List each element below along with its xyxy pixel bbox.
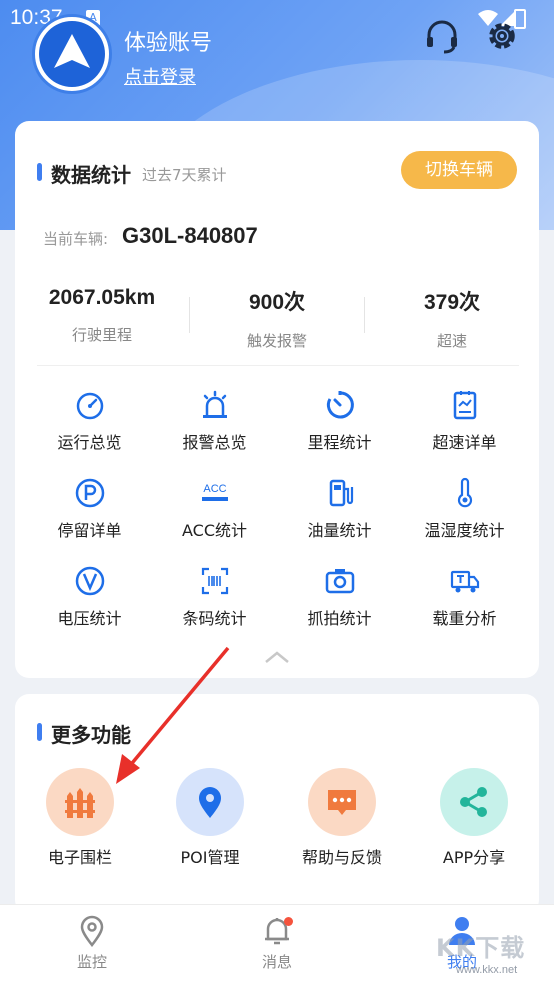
customer-support-icon[interactable] — [424, 20, 460, 58]
more-item-poi[interactable]: POI管理 — [145, 768, 275, 870]
data-statistics-card: 数据统计 过去7天累计 切换车辆 当前车辆: G30L-840807 2067.… — [15, 121, 539, 678]
stat-overspeed: 379次 超速 — [365, 286, 539, 351]
current-vehicle-label: 当前车辆: — [43, 230, 109, 248]
more-label: 帮助与反馈 — [302, 848, 383, 867]
more-label: POI管理 — [180, 848, 240, 867]
more-item-geofence[interactable]: 电子围栏 — [15, 768, 145, 870]
navigation-arrow-icon — [54, 34, 90, 68]
more-icon-circle — [440, 768, 508, 836]
stat-alarms: 900次 触发报警 — [190, 286, 364, 351]
fuel-pump-icon — [329, 479, 353, 507]
more-label: 电子围栏 — [47, 848, 112, 867]
stat-label: 超速 — [436, 332, 467, 350]
feature-temp-humidity-stats[interactable]: 温湿度统计 — [402, 477, 527, 541]
watermark: KK下载 www.kkx.net — [436, 928, 554, 984]
acc-icon-text: ACC — [203, 483, 226, 495]
stat-value: 379次 — [423, 291, 481, 314]
barcode-scan-icon — [201, 567, 228, 595]
stat-label: 触发报警 — [246, 332, 307, 350]
settings-gear-icon[interactable] — [484, 18, 520, 58]
feature-label: ACC统计 — [181, 521, 247, 540]
speedometer-icon — [76, 392, 103, 420]
watermark-url: www.kkx.net — [456, 964, 518, 976]
feature-mileage-stats[interactable]: 里程统计 — [277, 389, 402, 453]
more-label: APP分享 — [442, 848, 506, 867]
feature-load-analysis[interactable]: 载重分析 — [402, 565, 527, 629]
stats-section-title: 数据统计 — [37, 159, 131, 188]
feature-label: 里程统计 — [307, 433, 372, 452]
user-name: 体验账号 — [124, 31, 213, 56]
stats-subtitle: 过去7天累计 — [142, 166, 227, 184]
stat-value: 900次 — [248, 291, 306, 314]
alarm-light-icon — [202, 390, 227, 418]
more-item-app-share[interactable]: APP分享 — [409, 768, 539, 870]
timer-icon — [326, 391, 354, 419]
feature-label: 报警总览 — [182, 433, 247, 452]
avatar-logo — [39, 21, 105, 87]
feature-overspeed-detail[interactable]: 超速详单 — [402, 389, 527, 453]
feature-label: 超速详单 — [432, 433, 497, 452]
feature-run-overview[interactable]: 运行总览 — [27, 389, 152, 453]
more-icon-circle — [176, 768, 244, 836]
feature-label: 温湿度统计 — [424, 521, 505, 540]
feature-label: 运行总览 — [57, 433, 122, 452]
share-icon — [460, 787, 487, 817]
more-item-help-feedback[interactable]: 帮助与反馈 — [277, 768, 407, 870]
tab-label: 监控 — [76, 953, 107, 971]
voltage-icon — [75, 566, 104, 596]
tab-messages[interactable]: 消息 — [217, 915, 337, 972]
more-section-title: 更多功能 — [37, 719, 131, 748]
divider — [37, 365, 519, 366]
chat-bubble-icon — [328, 790, 356, 815]
tab-label: 消息 — [261, 953, 292, 971]
feature-label: 停留详单 — [57, 521, 122, 540]
stat-label: 行驶里程 — [71, 326, 132, 344]
watermark-text: KK下载 — [436, 934, 526, 962]
truck-icon — [450, 570, 479, 593]
current-vehicle-id: G30L-840807 — [122, 223, 258, 248]
feature-parking-detail[interactable]: 停留详单 — [27, 477, 152, 541]
unread-badge-dot — [284, 917, 293, 926]
fence-icon — [65, 788, 95, 818]
tab-monitor[interactable]: 监控 — [32, 915, 152, 972]
feature-acc-stats[interactable]: ACC ACC统计 — [152, 477, 277, 541]
report-chart-icon — [453, 391, 476, 420]
parking-icon — [75, 478, 104, 508]
stat-value: 2067.05km — [48, 286, 156, 309]
camera-icon — [325, 569, 354, 594]
switch-vehicle-button[interactable]: 切换车辆 — [401, 151, 517, 189]
acc-icon: ACC — [201, 483, 228, 501]
more-icon-circle — [46, 768, 114, 836]
login-link[interactable]: 点击登录 — [124, 63, 196, 89]
feature-label: 电压统计 — [57, 609, 122, 628]
avatar[interactable] — [32, 14, 112, 94]
feature-barcode-stats[interactable]: 条码统计 — [152, 565, 277, 629]
feature-label: 条码统计 — [182, 609, 247, 628]
more-icon-circle — [308, 768, 376, 836]
stat-mileage: 2067.05km 行驶里程 — [15, 286, 189, 345]
thermometer-icon — [457, 477, 472, 508]
feature-fuel-stats[interactable]: 油量统计 — [277, 477, 402, 541]
location-pin-icon — [199, 787, 221, 818]
feature-label: 载重分析 — [432, 609, 497, 628]
more-features-card: 更多功能 电子围栏 POI管理 帮助与反馈 APP分享 — [15, 694, 539, 914]
feature-voltage-stats[interactable]: 电压统计 — [27, 565, 152, 629]
feature-alarm-overview[interactable]: 报警总览 — [152, 389, 277, 453]
feature-label: 抓拍统计 — [307, 609, 372, 628]
collapse-chevron-up-icon[interactable] — [263, 649, 291, 669]
feature-snapshot-stats[interactable]: 抓拍统计 — [277, 565, 402, 629]
feature-label: 油量统计 — [307, 521, 372, 540]
map-pin-icon — [80, 915, 104, 947]
